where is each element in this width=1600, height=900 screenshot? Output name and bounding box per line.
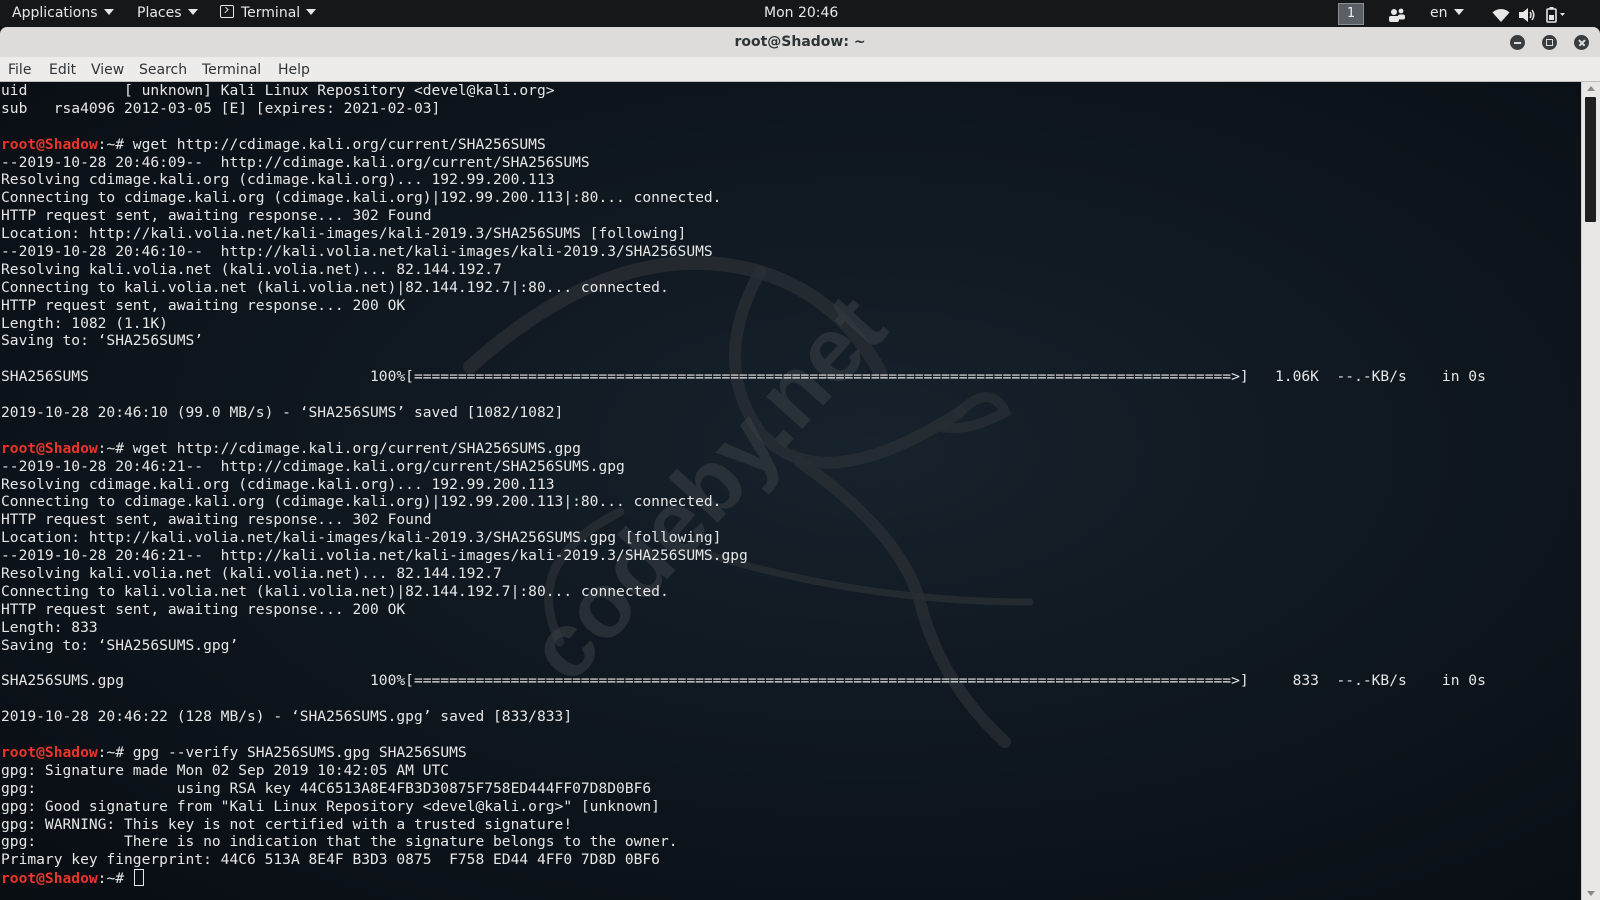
menu-help[interactable]: Help bbox=[278, 57, 310, 83]
terminal-line: --2019-10-28 20:46:10-- http://kali.voli… bbox=[1, 243, 713, 261]
terminal-scrollbar[interactable] bbox=[1581, 82, 1600, 900]
terminal-line: sub rsa4096 2012-03-05 [E] [expires: 202… bbox=[1, 99, 441, 117]
prompt-user-host: root@Shadow bbox=[1, 135, 98, 153]
prompt-line: root@Shadow:~# gpg --verify SHA256SUMS.g… bbox=[1, 744, 1486, 762]
top-panel: Applications Places Terminal Mon 20:46 1… bbox=[0, 0, 1600, 27]
text-cursor[interactable] bbox=[133, 869, 144, 887]
prompt-user-host: root@Shadow bbox=[1, 743, 98, 761]
menu-terminal[interactable]: Terminal bbox=[202, 57, 261, 83]
language-menu[interactable]: en bbox=[1430, 0, 1464, 27]
terminal-line: Saving to: ‘SHA256SUMS’ bbox=[1, 332, 204, 350]
terminal-line: --2019-10-28 20:46:09-- http://cdimage.k… bbox=[1, 153, 590, 171]
terminal-line: Length: 1082 (1.1K) bbox=[1, 314, 168, 332]
terminal-line: Resolving cdimage.kali.org (cdimage.kali… bbox=[1, 475, 555, 493]
terminal-line: Saving to: ‘SHA256SUMS.gpg’ bbox=[1, 636, 239, 654]
applications-menu[interactable]: Applications bbox=[12, 0, 114, 27]
terminal-line: HTTP request sent, awaiting response... … bbox=[1, 207, 432, 225]
terminal-line: 2019-10-28 20:46:22 (128 MB/s) - ‘SHA256… bbox=[1, 708, 573, 726]
terminal-output-area[interactable]: codeby.net uid [ unknown] Kali Linux Rep… bbox=[0, 82, 1582, 900]
terminal-line: Length: 833 bbox=[1, 618, 98, 636]
chevron-down-icon bbox=[306, 9, 317, 15]
chevron-down-icon bbox=[187, 9, 198, 15]
workspace-indicator[interactable]: 1 bbox=[1338, 0, 1364, 27]
clock[interactable]: Mon 20:46 bbox=[764, 0, 838, 27]
wifi-icon[interactable] bbox=[1492, 6, 1510, 22]
chevron-down-icon bbox=[103, 9, 114, 15]
menu-view[interactable]: View bbox=[91, 57, 124, 83]
window-titlebar[interactable]: root@Shadow: ~ bbox=[0, 27, 1600, 58]
minimize-button[interactable] bbox=[1510, 35, 1525, 50]
terminal-line: Primary key fingerprint: 44C6 513A 8E4F … bbox=[1, 851, 660, 869]
terminal-line: uid [ unknown] Kali Linux Repository <de… bbox=[1, 82, 555, 99]
command-text: :~# gpg --verify SHA256SUMS.gpg SHA256SU… bbox=[97, 743, 467, 761]
prompt-user-host: root@Shadow bbox=[1, 439, 98, 457]
maximize-button[interactable] bbox=[1542, 35, 1557, 50]
window-title: root@Shadow: ~ bbox=[734, 34, 866, 50]
menu-edit[interactable]: Edit bbox=[49, 57, 76, 83]
places-label: Places bbox=[137, 5, 182, 21]
terminal-app-label: Terminal bbox=[241, 5, 301, 21]
terminal-line: Resolving kali.volia.net (kali.volia.net… bbox=[1, 260, 502, 278]
chevron-down-icon bbox=[1453, 9, 1464, 15]
terminal-line: HTTP request sent, awaiting response... … bbox=[1, 600, 406, 618]
terminal-line: SHA256SUMS 100%[========================… bbox=[1, 368, 1486, 386]
menu-bar: File Edit View Search Terminal Help bbox=[0, 57, 1600, 82]
command-text: :~# bbox=[97, 870, 133, 888]
terminal-app-menu[interactable]: Terminal bbox=[220, 0, 317, 27]
terminal-line: HTTP request sent, awaiting response... … bbox=[1, 511, 432, 529]
terminal-line: gpg: WARNING: This key is not certified … bbox=[1, 815, 573, 833]
volume-icon[interactable] bbox=[1518, 6, 1536, 22]
menu-search[interactable]: Search bbox=[139, 57, 187, 83]
terminal-line: gpg: Signature made Mon 02 Sep 2019 10:4… bbox=[1, 761, 450, 779]
applications-label: Applications bbox=[12, 5, 98, 21]
power-icon[interactable] bbox=[1544, 5, 1570, 23]
prompt-line: root@Shadow:~# wget http://cdimage.kali.… bbox=[1, 440, 1486, 458]
terminal-line: --2019-10-28 20:46:21-- http://kali.voli… bbox=[1, 547, 748, 565]
close-button[interactable] bbox=[1574, 35, 1589, 50]
people-icon[interactable] bbox=[1388, 6, 1406, 22]
scroll-up-icon[interactable] bbox=[1587, 86, 1595, 91]
terminal-line: gpg: using RSA key 44C6513A8E4FB3D30875F… bbox=[1, 779, 652, 797]
terminal-line: 2019-10-28 20:46:10 (99.0 MB/s) - ‘SHA25… bbox=[1, 404, 564, 422]
terminal-line: gpg: Good signature from "Kali Linux Rep… bbox=[1, 797, 660, 815]
terminal-lines: uid [ unknown] Kali Linux Repository <de… bbox=[1, 82, 1486, 887]
command-text: :~# wget http://cdimage.kali.org/current… bbox=[97, 439, 581, 457]
terminal-line: Resolving cdimage.kali.org (cdimage.kali… bbox=[1, 171, 555, 189]
terminal-line: HTTP request sent, awaiting response... … bbox=[1, 296, 406, 314]
prompt-line: root@Shadow:~# bbox=[1, 869, 1486, 887]
terminal-line: SHA256SUMS.gpg 100%[====================… bbox=[1, 672, 1486, 690]
terminal-line: Location: http://kali.volia.net/kali-ima… bbox=[1, 529, 722, 547]
command-text: :~# wget http://cdimage.kali.org/current… bbox=[97, 135, 546, 153]
prompt-user-host: root@Shadow bbox=[1, 870, 98, 888]
terminal-line: --2019-10-28 20:46:21-- http://cdimage.k… bbox=[1, 457, 625, 475]
workspace-number: 1 bbox=[1338, 3, 1364, 25]
scroll-down-icon[interactable] bbox=[1587, 891, 1595, 896]
language-label: en bbox=[1430, 5, 1448, 21]
terminal-line: Connecting to kali.volia.net (kali.volia… bbox=[1, 278, 669, 296]
terminal-line: gpg: There is no indication that the sig… bbox=[1, 833, 678, 851]
places-menu[interactable]: Places bbox=[137, 0, 198, 27]
scroll-thumb[interactable] bbox=[1585, 97, 1596, 222]
terminal-icon bbox=[220, 5, 234, 18]
terminal-line: Resolving kali.volia.net (kali.volia.net… bbox=[1, 565, 502, 583]
terminal-line: Connecting to cdimage.kali.org (cdimage.… bbox=[1, 189, 722, 207]
menu-file[interactable]: File bbox=[8, 57, 31, 83]
terminal-line: Connecting to kali.volia.net (kali.volia… bbox=[1, 582, 669, 600]
terminal-line: Connecting to cdimage.kali.org (cdimage.… bbox=[1, 493, 722, 511]
scroll-track[interactable] bbox=[1585, 97, 1596, 885]
prompt-line: root@Shadow:~# wget http://cdimage.kali.… bbox=[1, 136, 1486, 154]
terminal-line: Location: http://kali.volia.net/kali-ima… bbox=[1, 225, 687, 243]
